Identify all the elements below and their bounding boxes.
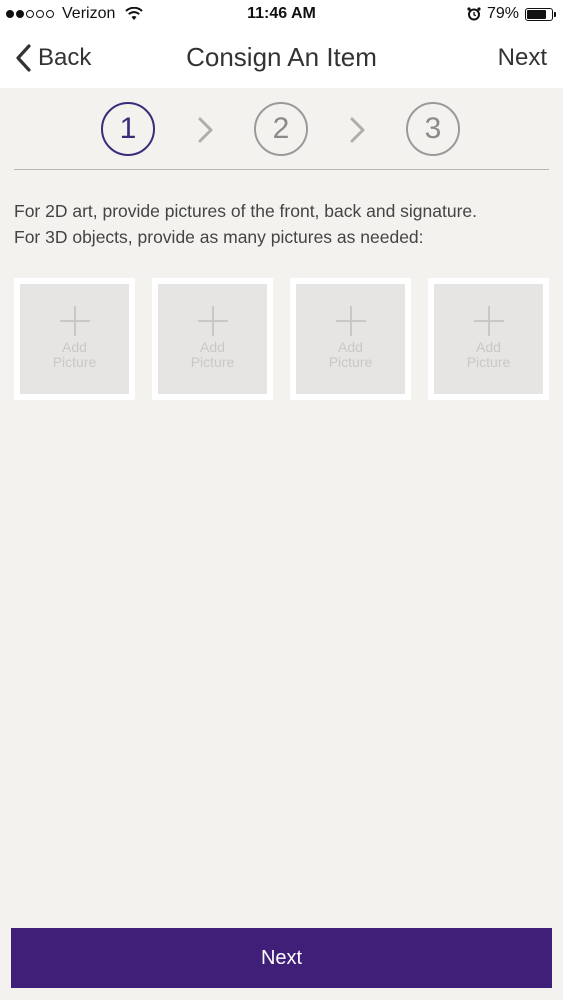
- add-picture-button-3[interactable]: Add Picture: [290, 278, 411, 400]
- add-picture-label: Add Picture: [190, 339, 235, 370]
- battery-icon: [525, 7, 556, 21]
- instructions-text: For 2D art, provide pictures of the fron…: [14, 198, 554, 250]
- battery-fill: [527, 9, 546, 19]
- add-picture-label: Add Picture: [466, 339, 511, 370]
- add-picture-button-1[interactable]: Add Picture: [14, 278, 135, 400]
- chevron-left-icon: [16, 44, 31, 72]
- plus-icon: [197, 306, 228, 336]
- consign-item-screen: Verizon 11:46 AM 79% Back Consign An Ite…: [0, 0, 563, 1000]
- add-picture-label: Add Picture: [328, 339, 373, 370]
- step-indicator: 1 2 3: [0, 102, 563, 158]
- battery-percent: 79%: [486, 5, 519, 22]
- instructions-line-2: For 3D objects, provide as many pictures…: [14, 227, 424, 247]
- status-right: 79%: [467, 5, 556, 23]
- back-label: Back: [38, 44, 92, 71]
- chevron-right-icon: [350, 117, 365, 143]
- step-3: 3: [406, 102, 460, 156]
- next-button-top[interactable]: Next: [498, 44, 547, 72]
- status-bar: Verizon 11:46 AM 79%: [0, 0, 563, 30]
- next-button[interactable]: Next: [11, 928, 552, 988]
- plus-icon: [335, 306, 366, 336]
- plus-icon: [59, 306, 90, 336]
- alarm-icon: [467, 7, 481, 21]
- steps-divider: [14, 169, 549, 170]
- add-picture-button-4[interactable]: Add Picture: [428, 278, 549, 400]
- step-2: 2: [254, 102, 308, 156]
- step-1: 1: [101, 102, 155, 156]
- add-picture-label: Add Picture: [52, 339, 97, 370]
- nav-bar: Back Consign An Item Next: [0, 30, 563, 88]
- picture-tiles: Add Picture Add Picture Add Picture Add …: [14, 278, 550, 402]
- back-button[interactable]: Back: [14, 40, 91, 76]
- plus-icon: [473, 306, 504, 336]
- instructions-line-1: For 2D art, provide pictures of the fron…: [14, 201, 478, 221]
- chevron-right-icon: [198, 117, 213, 143]
- add-picture-button-2[interactable]: Add Picture: [152, 278, 273, 400]
